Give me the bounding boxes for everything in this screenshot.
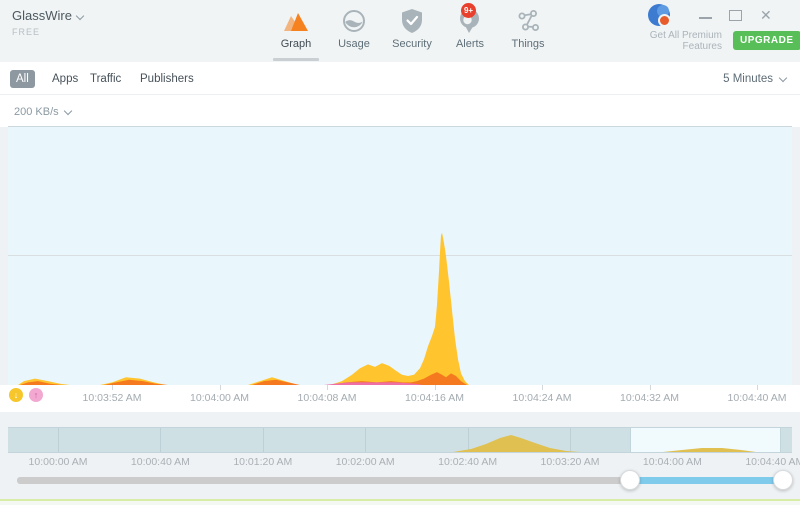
time-range-dropdown[interactable]: 5 Minutes	[723, 73, 786, 85]
filter-publishers[interactable]: Publishers	[134, 70, 200, 88]
minimap-label: 10:03:20 AM	[541, 456, 600, 468]
security-icon	[400, 7, 424, 35]
glasswire-window: GlassWire FREE Graph Usage Security	[0, 0, 800, 505]
scrollbar-left-handle[interactable]	[620, 470, 640, 490]
axis-tick	[650, 385, 651, 390]
axis-label: 10:04:08 AM	[298, 392, 357, 404]
tab-usage[interactable]: Usage	[327, 7, 381, 50]
tab-graph[interactable]: Graph	[269, 7, 323, 50]
tab-security[interactable]: Security	[385, 7, 439, 50]
axis-tick	[112, 385, 113, 390]
scrollbar-right-handle[interactable]	[773, 470, 793, 490]
download-legend-icon[interactable]: ↓	[9, 388, 23, 402]
axis-tick	[757, 385, 758, 390]
plan-badge: FREE	[12, 27, 40, 37]
axis-label: 10:04:24 AM	[513, 392, 572, 404]
axis-label: 10:04:32 AM	[620, 392, 679, 404]
tab-label: Usage	[338, 38, 370, 50]
app-name: GlassWire	[12, 8, 72, 23]
scale-row: 200 KB/s	[8, 95, 792, 127]
alerts-count-badge: 9+	[461, 3, 476, 18]
axis-tick	[327, 385, 328, 390]
tab-alerts[interactable]: 9+ Alerts	[443, 7, 497, 50]
axis-label: 10:04:00 AM	[190, 392, 249, 404]
minimap-label: 10:02:40 AM	[438, 456, 497, 468]
axis-tick	[220, 385, 221, 390]
alerts-icon: 9+	[458, 7, 482, 35]
chevron-down-icon	[779, 74, 787, 82]
minimap-traffic-series	[8, 435, 792, 452]
graph-canvas[interactable]	[8, 127, 792, 385]
account-avatar[interactable]	[648, 4, 670, 26]
minimize-button[interactable]	[699, 8, 713, 22]
minimap-labels: 10:00:00 AM 10:00:40 AM 10:01:20 AM 10:02:0…	[0, 456, 800, 470]
window-bottom-fill	[0, 501, 800, 505]
premium-line1: Get All Premium	[650, 30, 722, 41]
active-tab-indicator	[273, 58, 319, 61]
traffic-area-chart	[8, 127, 792, 385]
chevron-down-icon	[76, 11, 84, 19]
minimap-label: 10:00:00 AM	[29, 456, 88, 468]
premium-promo-text: Get All Premium Features	[650, 30, 722, 52]
filter-bar: All Apps Traffic Publishers 5 Minutes	[0, 62, 800, 95]
minimap-label: 10:00:40 AM	[131, 456, 190, 468]
close-button[interactable]: ✕	[760, 6, 772, 24]
axis-label: 10:04:40 AM	[728, 392, 787, 404]
series-download	[8, 233, 792, 385]
graph-icon	[283, 7, 309, 35]
premium-line2: Features	[650, 41, 722, 52]
upload-legend-icon[interactable]: ↑	[29, 388, 43, 402]
upgrade-button[interactable]: UPGRADE	[733, 31, 800, 50]
tab-label: Graph	[281, 38, 312, 50]
tab-label: Alerts	[456, 38, 484, 50]
axis-label: 10:04:16 AM	[405, 392, 464, 404]
axis-label: 10:03:52 AM	[83, 392, 142, 404]
timeline-scrollbar-range[interactable]	[630, 477, 783, 484]
tab-label: Security	[392, 38, 432, 50]
time-range-value: 5 Minutes	[723, 73, 773, 85]
things-icon	[516, 7, 540, 35]
minimap-label: 10:02:00 AM	[336, 456, 395, 468]
scale-dropdown[interactable]: 200 KB/s	[14, 106, 71, 118]
filter-traffic[interactable]: Traffic	[84, 70, 127, 88]
app-title-menu[interactable]: GlassWire	[12, 8, 83, 23]
minimap-label: 10:01:20 AM	[233, 456, 292, 468]
minimap-label: 10:04:00 AM	[643, 456, 702, 468]
scale-value: 200 KB/s	[14, 106, 59, 118]
time-axis: ↓ ↑ 10:03:52 AM 10:04:00 AM 10:04:08 AM 10:…	[0, 385, 800, 412]
usage-icon	[342, 7, 366, 35]
minimap-label: 10:04:40 AM	[745, 456, 800, 468]
axis-tick	[435, 385, 436, 390]
timeline-minimap[interactable]	[8, 427, 792, 453]
tab-things[interactable]: Things	[501, 7, 555, 50]
axis-tick	[542, 385, 543, 390]
tab-label: Things	[511, 38, 544, 50]
main-nav-tabs: Graph Usage Security 9+ Alerts	[269, 7, 555, 50]
filter-apps[interactable]: Apps	[46, 70, 84, 88]
maximize-button[interactable]	[729, 10, 742, 21]
filter-all[interactable]: All	[10, 70, 35, 88]
header: GlassWire FREE Graph Usage Security	[0, 0, 800, 62]
chevron-down-icon	[63, 107, 71, 115]
minimap-traffic-chart	[8, 428, 792, 452]
